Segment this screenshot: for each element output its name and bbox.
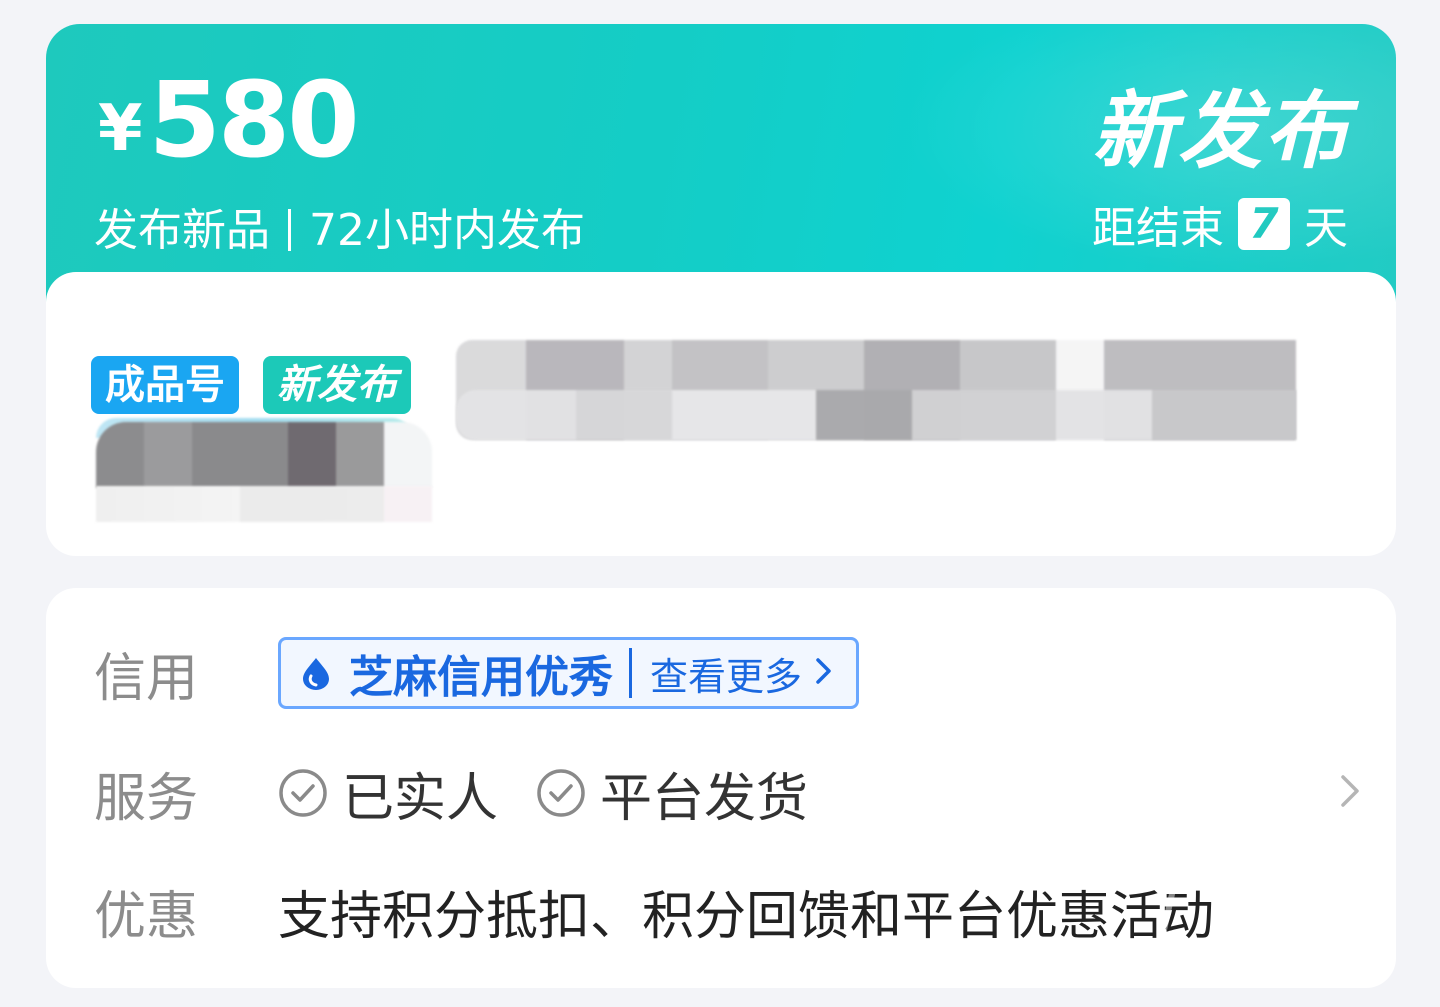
check-circle-icon bbox=[279, 769, 327, 817]
tag-account-type: 成品号 bbox=[91, 356, 239, 414]
price: ¥580 bbox=[98, 68, 360, 172]
banner-title: 新发布 bbox=[1091, 82, 1350, 180]
release-type: 发布新品 bbox=[94, 205, 270, 256]
service-row[interactable]: 服务 已实人 平台发货 bbox=[94, 748, 1366, 838]
blurred-product-subtitle-line2 bbox=[96, 486, 432, 522]
blurred-product-title-line2 bbox=[456, 390, 1296, 440]
service-item-label: 平台发货 bbox=[600, 768, 809, 829]
product-card[interactable]: 成品号 新发布 bbox=[46, 272, 1396, 556]
blurred-product-subtitle bbox=[96, 422, 432, 488]
service-item-verified: 已实人 bbox=[278, 756, 498, 831]
water-drop-icon bbox=[299, 656, 333, 690]
release-subtitle: 发布新品 72小时内发布 bbox=[94, 194, 585, 258]
credit-divider bbox=[629, 648, 632, 698]
countdown-suffix: 天 bbox=[1304, 203, 1348, 254]
service-item-platform-delivery: 平台发货 bbox=[536, 756, 808, 831]
currency-symbol: ¥ bbox=[98, 92, 143, 166]
credit-row: 信用 芝麻信用优秀 查看更多 bbox=[94, 628, 1366, 718]
chevron-right-icon[interactable] bbox=[1338, 771, 1362, 815]
subtitle-divider bbox=[288, 209, 291, 251]
promo-label: 优惠 bbox=[94, 886, 199, 947]
price-value: 580 bbox=[148, 59, 360, 181]
service-item-label: 已实人 bbox=[342, 768, 499, 829]
service-label: 服务 bbox=[94, 768, 199, 829]
countdown: 距结束 7 天 bbox=[1092, 192, 1348, 256]
credit-badge[interactable]: 芝麻信用优秀 查看更多 bbox=[278, 637, 860, 709]
countdown-prefix: 距结束 bbox=[1092, 203, 1224, 254]
release-window: 72小时内发布 bbox=[309, 205, 585, 256]
header-banner: ¥580 发布新品 72小时内发布 新发布 距结束 7 天 bbox=[46, 24, 1396, 314]
view-more-link[interactable]: 查看更多 bbox=[650, 646, 802, 701]
chevron-right-icon bbox=[814, 656, 834, 690]
check-circle-icon bbox=[537, 769, 585, 817]
promo-text: 支持积分抵扣、积分回馈和平台优惠活动 bbox=[278, 886, 1215, 947]
countdown-days: 7 bbox=[1238, 198, 1290, 250]
credit-label: 信用 bbox=[94, 648, 199, 709]
tag-new-release: 新发布 bbox=[263, 356, 411, 414]
credit-level: 芝麻信用优秀 bbox=[349, 652, 613, 703]
watermark-logo bbox=[1157, 857, 1390, 951]
